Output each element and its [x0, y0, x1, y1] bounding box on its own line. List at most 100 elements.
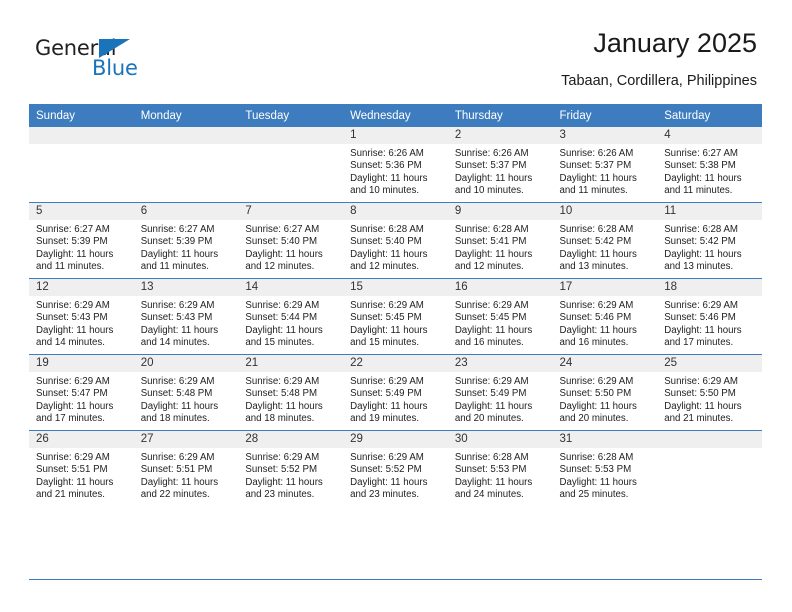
sunset-time: Sunset: 5:41 PM	[454, 236, 527, 248]
calendar-day-cell[interactable]: 8 Sunrise: 6:28 AM Sunset: 5:40 PM Daylight…	[343, 202, 448, 279]
calendar-day-cell[interactable]: 25 Sunrise: 6:29 AM Sunset: 5:50 PM Dayligh…	[657, 354, 762, 431]
daylight-duration-line2: and 22 minutes.	[140, 489, 210, 501]
calendar-day-cell[interactable]: 22 Sunrise: 6:29 AM Sunset: 5:49 PM Dayligh…	[343, 354, 448, 431]
calendar-day-cell[interactable]: 4 Sunrise: 6:27 AM Sunset: 5:38 PM Daylight…	[657, 127, 762, 203]
calendar-day-cell[interactable]: 13 Sunrise: 6:29 AM Sunset: 5:43 PM Dayligh…	[133, 278, 239, 355]
daylight-duration-line1: Daylight: 11 hours	[559, 400, 637, 412]
calendar-day-cell[interactable]: 26 Sunrise: 6:29 AM Sunset: 5:51 PM Dayligh…	[29, 430, 134, 506]
day-number: 26	[29, 431, 134, 448]
daylight-duration-line2: and 25 minutes.	[559, 489, 629, 501]
sunset-time: Sunset: 5:48 PM	[245, 388, 318, 400]
sunset-time: Sunset: 5:49 PM	[454, 388, 527, 400]
calendar-day-cell[interactable]: 6 Sunrise: 6:27 AM Sunset: 5:39 PM Daylight…	[133, 202, 239, 279]
daylight-duration-line1: Daylight: 11 hours	[454, 324, 533, 336]
calendar-day-cell[interactable]: 15 Sunrise: 6:29 AM Sunset: 5:45 PM Dayligh…	[343, 278, 448, 355]
day-details: Sunrise: 6:29 AM Sunset: 5:43 PM Daylight:…	[134, 296, 239, 350]
day-details: Sunrise: 6:28 AM Sunset: 5:42 PM Daylight:…	[553, 220, 658, 274]
day-number: 2	[447, 127, 553, 144]
day-number: 13	[133, 279, 239, 296]
calendar-day-cell[interactable]: 28 Sunrise: 6:29 AM Sunset: 5:52 PM Dayligh…	[238, 430, 344, 506]
sunset-time: Sunset: 5:46 PM	[559, 312, 632, 324]
calendar-day-cell[interactable]: 7 Sunrise: 6:27 AM Sunset: 5:40 PM Daylight…	[238, 202, 344, 279]
sunset-time: Sunset: 5:37 PM	[559, 160, 632, 172]
calendar-week-row: 19 Sunrise: 6:29 AM Sunset: 5:47 PM Dayligh…	[29, 354, 762, 431]
day-number: 7	[238, 203, 344, 220]
daylight-duration-line2: and 10 minutes.	[454, 185, 524, 197]
calendar-day-cell[interactable]: 5 Sunrise: 6:27 AM Sunset: 5:39 PM Daylight…	[29, 202, 134, 279]
page-header: General Blue January 2025 Tabaan, Cordil…	[35, 28, 757, 98]
day-details: Sunrise: 6:28 AM Sunset: 5:53 PM Daylight:…	[553, 448, 658, 502]
calendar-day-cell[interactable]: 24 Sunrise: 6:29 AM Sunset: 5:50 PM Dayligh…	[552, 354, 658, 431]
sunset-time: Sunset: 5:48 PM	[140, 388, 213, 400]
sunset-time: Sunset: 5:51 PM	[140, 464, 213, 476]
sunset-time: Sunset: 5:47 PM	[36, 388, 108, 400]
daylight-duration-line1: Daylight: 11 hours	[664, 400, 742, 412]
day-number: 17	[552, 279, 658, 296]
day-number: 31	[552, 431, 658, 448]
day-number: 12	[29, 279, 134, 296]
sunrise-time: Sunrise: 6:28 AM	[664, 224, 738, 235]
day-details: Sunrise: 6:27 AM Sunset: 5:40 PM Daylight:…	[238, 220, 343, 274]
calendar-day-cell[interactable]: 31 Sunrise: 6:28 AM Sunset: 5:53 PM Dayligh…	[552, 430, 658, 506]
sunrise-time: Sunrise: 6:29 AM	[245, 452, 320, 463]
calendar-day-cell[interactable]: 30 Sunrise: 6:28 AM Sunset: 5:53 PM Dayligh…	[447, 430, 553, 506]
calendar-day-cell[interactable]: 23 Sunrise: 6:29 AM Sunset: 5:49 PM Dayligh…	[447, 354, 553, 431]
calendar-day-cell[interactable]: 14 Sunrise: 6:29 AM Sunset: 5:44 PM Dayligh…	[238, 278, 344, 355]
day-details: Sunrise: 6:29 AM Sunset: 5:46 PM Daylight:…	[553, 296, 658, 350]
daylight-duration-line2: and 17 minutes.	[36, 413, 105, 425]
sunrise-time: Sunrise: 6:29 AM	[454, 300, 529, 311]
sunrise-time: Sunrise: 6:26 AM	[454, 148, 529, 159]
calendar-day-cell[interactable]: 12 Sunrise: 6:29 AM Sunset: 5:43 PM Dayligh…	[29, 278, 134, 355]
sunset-time: Sunset: 5:52 PM	[350, 464, 422, 476]
day-number: 21	[238, 355, 344, 372]
daylight-duration-line2: and 12 minutes.	[454, 261, 524, 273]
calendar-week-row: 1 Sunrise: 6:26 AM Sunset: 5:36 PM Daylight…	[29, 127, 762, 203]
sunset-time: Sunset: 5:43 PM	[36, 312, 108, 324]
calendar-day-cell[interactable]: 9 Sunrise: 6:28 AM Sunset: 5:41 PM Daylight…	[447, 202, 553, 279]
daylight-duration-line2: and 15 minutes.	[245, 337, 315, 349]
calendar-week-row: 5 Sunrise: 6:27 AM Sunset: 5:39 PM Daylight…	[29, 202, 762, 279]
calendar-day-cell[interactable]: 2 Sunrise: 6:26 AM Sunset: 5:37 PM Daylight…	[447, 127, 553, 203]
daylight-duration-line1: Daylight: 11 hours	[36, 248, 114, 260]
day-number: 1	[343, 127, 448, 144]
calendar-day-cell[interactable]: 16 Sunrise: 6:29 AM Sunset: 5:45 PM Dayligh…	[447, 278, 553, 355]
calendar-page: General Blue January 2025 Tabaan, Cordil…	[0, 0, 792, 612]
calendar-day-cell[interactable]: 1 Sunrise: 6:26 AM Sunset: 5:36 PM Daylight…	[343, 127, 448, 203]
calendar-day-cell[interactable]: 11 Sunrise: 6:28 AM Sunset: 5:42 PM Dayligh…	[657, 202, 762, 279]
daylight-duration-line2: and 23 minutes.	[245, 489, 315, 501]
sunset-time: Sunset: 5:52 PM	[245, 464, 318, 476]
calendar-day-cell[interactable]: 17 Sunrise: 6:29 AM Sunset: 5:46 PM Dayligh…	[552, 278, 658, 355]
calendar-day-cell[interactable]: 19 Sunrise: 6:29 AM Sunset: 5:47 PM Dayligh…	[29, 354, 134, 431]
calendar-day-cell[interactable]: 3 Sunrise: 6:26 AM Sunset: 5:37 PM Daylight…	[552, 127, 658, 203]
calendar-day-cell[interactable]: 20 Sunrise: 6:29 AM Sunset: 5:48 PM Dayligh…	[133, 354, 239, 431]
day-number: 15	[343, 279, 448, 296]
calendar-day-cell[interactable]: 29 Sunrise: 6:29 AM Sunset: 5:52 PM Dayligh…	[343, 430, 448, 506]
calendar-day-cell[interactable]: 21 Sunrise: 6:29 AM Sunset: 5:48 PM Dayligh…	[238, 354, 344, 431]
calendar-day-cell[interactable]: 10 Sunrise: 6:28 AM Sunset: 5:42 PM Dayligh…	[552, 202, 658, 279]
daylight-duration-line2: and 24 minutes.	[454, 489, 524, 501]
sunset-time: Sunset: 5:36 PM	[350, 160, 422, 172]
daylight-duration-line1: Daylight: 11 hours	[454, 400, 533, 412]
day-number: 18	[657, 279, 762, 296]
sunrise-time: Sunrise: 6:29 AM	[454, 376, 529, 387]
sunrise-time: Sunrise: 6:27 AM	[36, 224, 110, 235]
calendar-day-cell[interactable]: 27 Sunrise: 6:29 AM Sunset: 5:51 PM Dayligh…	[133, 430, 239, 506]
day-number: 8	[343, 203, 448, 220]
day-details: Sunrise: 6:28 AM Sunset: 5:42 PM Daylight:…	[657, 220, 762, 274]
sunset-time: Sunset: 5:53 PM	[559, 464, 632, 476]
sunset-time: Sunset: 5:45 PM	[454, 312, 527, 324]
sunrise-time: Sunrise: 6:29 AM	[350, 376, 424, 387]
sunrise-time: Sunrise: 6:27 AM	[664, 148, 738, 159]
sunrise-time: Sunrise: 6:29 AM	[36, 376, 110, 387]
calendar-day-cell[interactable]: 18 Sunrise: 6:29 AM Sunset: 5:46 PM Dayligh…	[657, 278, 762, 355]
weekday-header-sunday: Sunday	[29, 104, 134, 127]
daylight-duration-line2: and 14 minutes.	[140, 337, 210, 349]
daylight-duration-line1: Daylight: 11 hours	[140, 476, 219, 488]
daylight-duration-line1: Daylight: 11 hours	[559, 248, 637, 260]
day-details: Sunrise: 6:28 AM Sunset: 5:41 PM Daylight:…	[448, 220, 553, 274]
sunrise-time: Sunrise: 6:28 AM	[559, 452, 634, 463]
daylight-duration-line1: Daylight: 11 hours	[664, 248, 742, 260]
daylight-duration-line1: Daylight: 11 hours	[350, 248, 428, 260]
general-blue-logo[interactable]: General Blue	[35, 36, 215, 86]
day-details: Sunrise: 6:28 AM Sunset: 5:40 PM Daylight:…	[343, 220, 448, 274]
